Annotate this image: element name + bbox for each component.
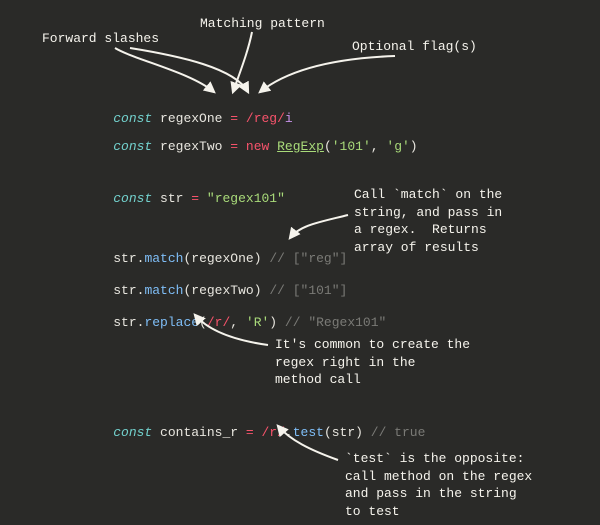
comma: , — [230, 315, 238, 330]
paren-close: ) — [355, 425, 363, 440]
identifier-contains_r: contains_r — [160, 425, 238, 440]
paren-close: ) — [254, 283, 262, 298]
comment-reg: // ["reg"] — [269, 251, 347, 266]
paren-open: ( — [324, 425, 332, 440]
annotation-inline-regex: It's common to create the regex right in… — [275, 336, 470, 389]
comment-101: // ["101"] — [269, 283, 347, 298]
method-replace: replace — [144, 315, 199, 330]
comma: , — [371, 139, 379, 154]
string-g: 'g' — [386, 139, 409, 154]
paren-close: ) — [254, 251, 262, 266]
keyword-const: const — [113, 425, 152, 440]
annotation-matching-pattern: Matching pattern — [200, 15, 325, 33]
identifier-str: str — [113, 315, 136, 330]
dot: . — [285, 425, 293, 440]
annotation-match: Call `match` on the string, and pass in … — [354, 186, 502, 256]
regex-r: /r/ — [207, 315, 230, 330]
method-match: match — [144, 283, 183, 298]
annotation-optional-flags: Optional flag(s) — [352, 38, 477, 56]
string-101: '101' — [332, 139, 371, 154]
comment-true: // true — [371, 425, 426, 440]
keyword-const: const — [113, 139, 152, 154]
operator-equals: = — [230, 139, 238, 154]
code-line-2: const regexTwo = new RegExp('101', 'g') — [82, 124, 418, 169]
method-match: match — [144, 251, 183, 266]
annotation-test: `test` is the opposite: call method on t… — [345, 450, 532, 520]
identifier-str: str — [113, 283, 136, 298]
paren-close: ) — [410, 139, 418, 154]
identifier-str: str — [113, 251, 136, 266]
code-diagram: Forward slashes Matching pattern Optiona… — [0, 0, 600, 525]
regex-r: /r/ — [262, 425, 285, 440]
arg-regexTwo: regexTwo — [191, 283, 253, 298]
operator-equals: = — [191, 191, 199, 206]
method-test: test — [293, 425, 324, 440]
string-regex101: "regex101" — [207, 191, 285, 206]
code-line-3: const str = "regex101" — [82, 176, 285, 221]
paren-open: ( — [199, 315, 207, 330]
code-line-7: const contains_r = /r/.test(str) // true — [82, 410, 425, 455]
arg-regexOne: regexOne — [191, 251, 253, 266]
keyword-const: const — [113, 191, 152, 206]
paren-open: ( — [324, 139, 332, 154]
operator-equals: = — [246, 425, 254, 440]
arg-str: str — [332, 425, 355, 440]
string-R: 'R' — [246, 315, 269, 330]
keyword-new: new — [246, 139, 269, 154]
comment-regex101: // "Regex101" — [285, 315, 386, 330]
identifier-regexTwo: regexTwo — [160, 139, 222, 154]
paren-close: ) — [269, 315, 277, 330]
annotation-forward-slashes: Forward slashes — [42, 30, 159, 48]
class-RegExp: RegExp — [277, 139, 324, 154]
identifier-str: str — [160, 191, 183, 206]
